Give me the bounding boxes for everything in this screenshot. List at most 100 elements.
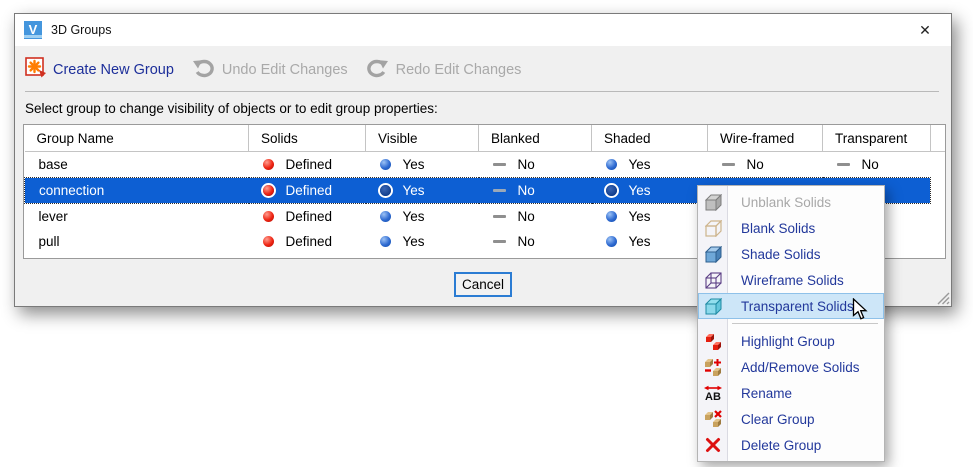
screen: V 3D Groups ✕ Create New Group: [0, 0, 973, 467]
defined-dot-icon: [263, 236, 274, 247]
menu-item-label: Unblank Solids: [741, 195, 831, 210]
menu-item-label: Transparent Solids: [741, 299, 854, 314]
cell-value: No: [747, 157, 764, 172]
column-header-filler: [931, 125, 946, 152]
cell-value: Defined: [286, 209, 333, 224]
menu-item-add-remove-solids[interactable]: Add/Remove Solids: [698, 354, 884, 380]
column-header-shaded[interactable]: Shaded: [592, 125, 708, 152]
defined-dot-icon: [263, 159, 274, 170]
wire-framed-cell: No: [708, 152, 823, 178]
cancel-button[interactable]: Cancel: [454, 272, 512, 297]
menu-item-shade-solids[interactable]: Shade Solids: [698, 241, 884, 267]
column-header-group-name[interactable]: Group Name: [25, 125, 249, 152]
varicad-logo-icon: V: [24, 21, 42, 39]
menu-item-clear-group[interactable]: Clear Group: [698, 406, 884, 432]
cell-value: Yes: [629, 209, 651, 224]
cell-value: Yes: [629, 183, 651, 198]
shaded-cell: Yes: [592, 152, 708, 178]
title-bar: V 3D Groups ✕: [15, 14, 951, 46]
menu-item-label: Delete Group: [741, 438, 821, 453]
yes-dot-icon: [380, 185, 391, 196]
defined-dot-icon: [263, 211, 274, 222]
yes-dot-icon: [380, 236, 391, 247]
mouse-cursor-icon: [852, 298, 872, 326]
cell-value: Defined: [286, 183, 333, 198]
redo-edit-changes-button: Redo Edit Changes: [366, 58, 522, 83]
menu-item-highlight-group[interactable]: Highlight Group: [698, 328, 884, 354]
column-header-visible[interactable]: Visible: [366, 125, 479, 152]
yes-dot-icon: [380, 211, 391, 222]
cell-value: No: [518, 209, 535, 224]
table-row[interactable]: base Defined Yes No Yes No No: [25, 152, 946, 178]
transparent-cube-icon: [698, 298, 728, 315]
menu-item-label: Wireframe Solids: [741, 273, 844, 288]
solids-cell: Defined: [249, 204, 366, 230]
menu-item-rename[interactable]: AB Rename: [698, 380, 884, 406]
column-header-blanked[interactable]: Blanked: [479, 125, 592, 152]
blanked-cell: No: [479, 178, 592, 204]
cell-value: No: [518, 157, 535, 172]
yes-dot-icon: [606, 236, 617, 247]
clear-group-icon: [698, 410, 728, 428]
create-new-group-label: Create New Group: [53, 62, 174, 78]
group-name-cell: pull: [25, 229, 249, 254]
cell-value: Yes: [629, 234, 651, 249]
group-name-cell: lever: [25, 204, 249, 230]
cell-value: Defined: [286, 157, 333, 172]
menu-item-wireframe-solids[interactable]: Wireframe Solids: [698, 267, 884, 293]
no-dash-icon: [837, 163, 850, 166]
yes-dot-icon: [380, 159, 391, 170]
yes-dot-icon: [606, 159, 617, 170]
shaded-cell: Yes: [592, 204, 708, 230]
visible-cell: Yes: [366, 152, 479, 178]
filler-cell: [931, 204, 946, 230]
wireframe-cube-icon: [698, 272, 728, 289]
toolbar-separator: [25, 91, 939, 92]
visible-cell: Yes: [366, 229, 479, 254]
cell-value: Defined: [286, 234, 333, 249]
menu-item-label: Shade Solids: [741, 247, 821, 262]
create-new-group-icon: [25, 57, 46, 83]
create-new-group-button[interactable]: Create New Group: [25, 57, 174, 83]
visible-cell: Yes: [366, 204, 479, 230]
menu-item-blank-solids[interactable]: Blank Solids: [698, 215, 884, 241]
group-name-cell: connection: [25, 178, 249, 204]
no-dash-icon: [493, 240, 506, 243]
solids-cell: Defined: [249, 178, 366, 204]
cell-value: No: [518, 234, 535, 249]
column-header-solids[interactable]: Solids: [249, 125, 366, 152]
filler-cell: [931, 152, 946, 178]
unblank-cube-icon: [698, 194, 728, 211]
solids-cell: Defined: [249, 152, 366, 178]
transparent-cell: No: [823, 152, 931, 178]
group-name-cell: base: [25, 152, 249, 178]
menu-item-label: Clear Group: [741, 412, 815, 427]
menu-item-label: Blank Solids: [741, 221, 815, 236]
resize-grip[interactable]: [935, 290, 950, 305]
rename-icon: AB: [698, 385, 728, 402]
blank-cube-icon: [698, 220, 728, 237]
delete-group-icon: [698, 437, 728, 453]
close-icon[interactable]: ✕: [913, 19, 937, 41]
menu-item-label: Highlight Group: [741, 334, 835, 349]
column-header-transparent[interactable]: Transparent: [823, 125, 931, 152]
undo-edit-changes-label: Undo Edit Changes: [222, 62, 348, 78]
filler-cell: [931, 229, 946, 254]
no-dash-icon: [493, 215, 506, 218]
blanked-cell: No: [479, 152, 592, 178]
no-dash-icon: [493, 163, 506, 166]
cell-value: Yes: [403, 157, 425, 172]
cell-value: No: [862, 157, 879, 172]
menu-item-label: Rename: [741, 386, 792, 401]
undo-icon: [192, 58, 215, 83]
menu-item-delete-group[interactable]: Delete Group: [698, 432, 884, 458]
visible-cell: Yes: [366, 178, 479, 204]
menu-item-label: Add/Remove Solids: [741, 360, 860, 375]
menu-item-unblank-solids: Unblank Solids: [698, 189, 884, 215]
redo-icon: [366, 58, 389, 83]
table-header-row: Group Name Solids Visible Blanked Shaded…: [25, 125, 946, 152]
shade-cube-icon: [698, 246, 728, 263]
column-header-wire-framed[interactable]: Wire-framed: [708, 125, 823, 152]
cell-value: Yes: [403, 234, 425, 249]
blanked-cell: No: [479, 229, 592, 254]
